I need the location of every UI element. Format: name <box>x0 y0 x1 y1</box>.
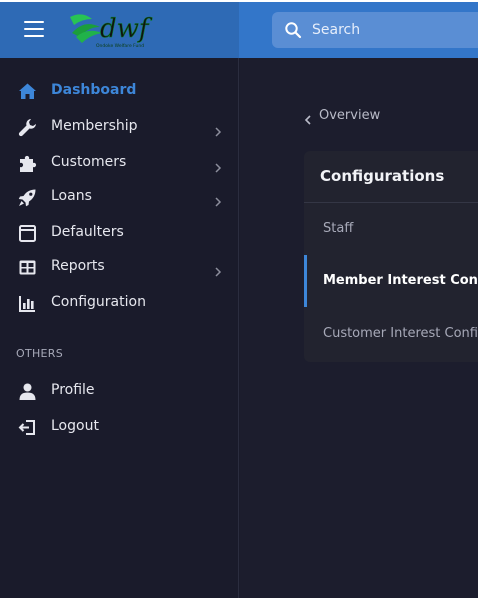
grid-icon <box>18 258 37 277</box>
user-icon <box>18 382 37 401</box>
chevron-left-icon <box>304 110 312 125</box>
sidebar-item-label: Profile <box>51 382 95 398</box>
sidebar-item-label: Defaulters <box>51 224 124 240</box>
sidebar-item-profile[interactable]: Profile <box>0 374 239 408</box>
window-icon <box>18 224 37 243</box>
rocket-icon <box>18 188 37 207</box>
active-indicator <box>304 255 307 307</box>
config-menu-item-label: Customer Interest Config <box>323 326 478 341</box>
chevron-right-icon <box>214 122 223 137</box>
config-menu-item-customer-interest[interactable]: Customer Interest Config <box>304 308 478 360</box>
sidebar-item-defaulters[interactable]: Defaulters <box>0 216 239 250</box>
logo: dwf Ondoke Welfare Fund <box>70 7 154 51</box>
search-icon <box>284 21 302 39</box>
sidebar-item-label: Configuration <box>51 294 146 310</box>
logout-icon <box>18 418 37 437</box>
sidebar-item-label: Loans <box>51 188 92 204</box>
bar-chart-icon <box>18 294 37 313</box>
card-title: Configurations <box>320 167 445 185</box>
logo-text: dwf <box>100 14 153 44</box>
puzzle-icon <box>18 154 37 173</box>
configurations-card: Configurations Staff Member Interest Con… <box>304 151 478 362</box>
config-menu-item-label: Member Interest Config <box>323 273 478 288</box>
chevron-right-icon <box>214 192 223 207</box>
sidebar-item-dashboard[interactable]: Dashboard <box>0 74 239 108</box>
sidebar-item-label: Membership <box>51 118 138 134</box>
home-icon <box>18 82 37 101</box>
hamburger-menu-icon[interactable] <box>24 21 44 37</box>
wrench-icon <box>18 118 37 137</box>
sidebar-item-label: Customers <box>51 154 127 170</box>
sidebar-item-configuration[interactable]: Configuration <box>0 286 239 320</box>
sidebar-item-loans[interactable]: Loans <box>0 180 239 214</box>
back-link-label: Overview <box>319 108 381 123</box>
config-menu-item-label: Staff <box>323 221 354 236</box>
sidebar-item-customers[interactable]: Customers <box>0 146 239 180</box>
sidebar-item-label: Dashboard <box>51 82 137 98</box>
sidebar-item-label: Logout <box>51 418 99 434</box>
config-menu-item-staff[interactable]: Staff <box>304 203 478 255</box>
search-input[interactable] <box>312 19 472 41</box>
sidebar-section-title: OTHERS <box>16 347 64 360</box>
top-border <box>0 0 478 2</box>
logo-tagline: Ondoke Welfare Fund <box>96 43 144 49</box>
sidebar-item-logout[interactable]: Logout <box>0 410 239 444</box>
chevron-right-icon <box>214 158 223 173</box>
config-menu-item-member-interest[interactable]: Member Interest Config <box>304 255 478 307</box>
sidebar-item-reports[interactable]: Reports <box>0 250 239 284</box>
sidebar-item-membership[interactable]: Membership <box>0 110 239 144</box>
sidebar-item-label: Reports <box>51 258 105 274</box>
chevron-right-icon <box>214 262 223 277</box>
